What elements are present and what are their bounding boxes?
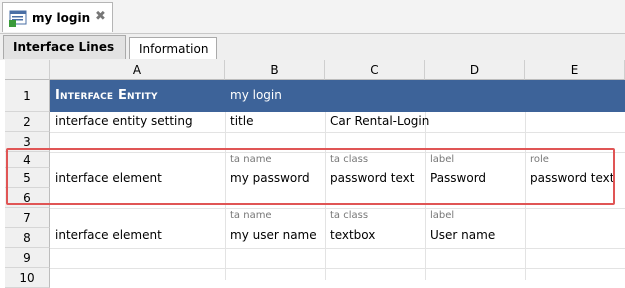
column-header-a[interactable]: A <box>50 60 225 80</box>
cell-b2[interactable]: title <box>230 114 253 128</box>
tab-information[interactable]: Information <box>129 37 217 59</box>
cell-b7[interactable]: ta name <box>230 210 272 221</box>
grid-line <box>50 268 625 269</box>
grid-line <box>50 208 625 209</box>
row-header-1[interactable]: 1 <box>5 80 50 112</box>
cell-a1[interactable]: Interface Entity <box>55 88 158 103</box>
cell-a8[interactable]: interface element <box>55 228 162 242</box>
cell-c8[interactable]: textbox <box>330 228 375 242</box>
column-header-e[interactable]: E <box>525 60 625 80</box>
cell-c2[interactable]: Car Rental-Login <box>330 114 429 128</box>
document-tab-title: my login <box>32 11 91 25</box>
cell-a2[interactable]: interface entity setting <box>55 114 193 128</box>
column-header-d[interactable]: D <box>425 60 525 80</box>
grid-line <box>50 132 625 133</box>
document-tab[interactable]: my login ✖ <box>2 2 113 32</box>
row-header-2[interactable]: 2 <box>5 112 50 132</box>
document-tab-bar: my login ✖ <box>0 0 625 34</box>
cell-b8[interactable]: my user name <box>230 228 317 242</box>
cell-d7[interactable]: label <box>430 210 454 221</box>
cell-b1[interactable]: my login <box>230 88 282 102</box>
row-header-9[interactable]: 9 <box>5 248 50 268</box>
row-header-8[interactable]: 8 <box>5 228 50 248</box>
row-header-7[interactable]: 7 <box>5 208 50 228</box>
grid-line <box>50 248 625 249</box>
highlight-box <box>6 148 615 205</box>
tab-interface-lines-label: Interface Lines <box>13 40 115 54</box>
cell-c7[interactable]: ta class <box>330 210 368 221</box>
close-icon[interactable]: ✖ <box>95 9 106 24</box>
interface-entity-icon <box>9 10 27 27</box>
row-header-10[interactable]: 10 <box>5 268 50 288</box>
corner-cell[interactable] <box>5 60 50 80</box>
cell-d8[interactable]: User name <box>430 228 495 242</box>
column-header-c[interactable]: C <box>325 60 425 80</box>
column-header-b[interactable]: B <box>225 60 325 80</box>
tab-information-label: Information <box>139 42 209 56</box>
tab-interface-lines[interactable]: Interface Lines <box>3 35 126 59</box>
